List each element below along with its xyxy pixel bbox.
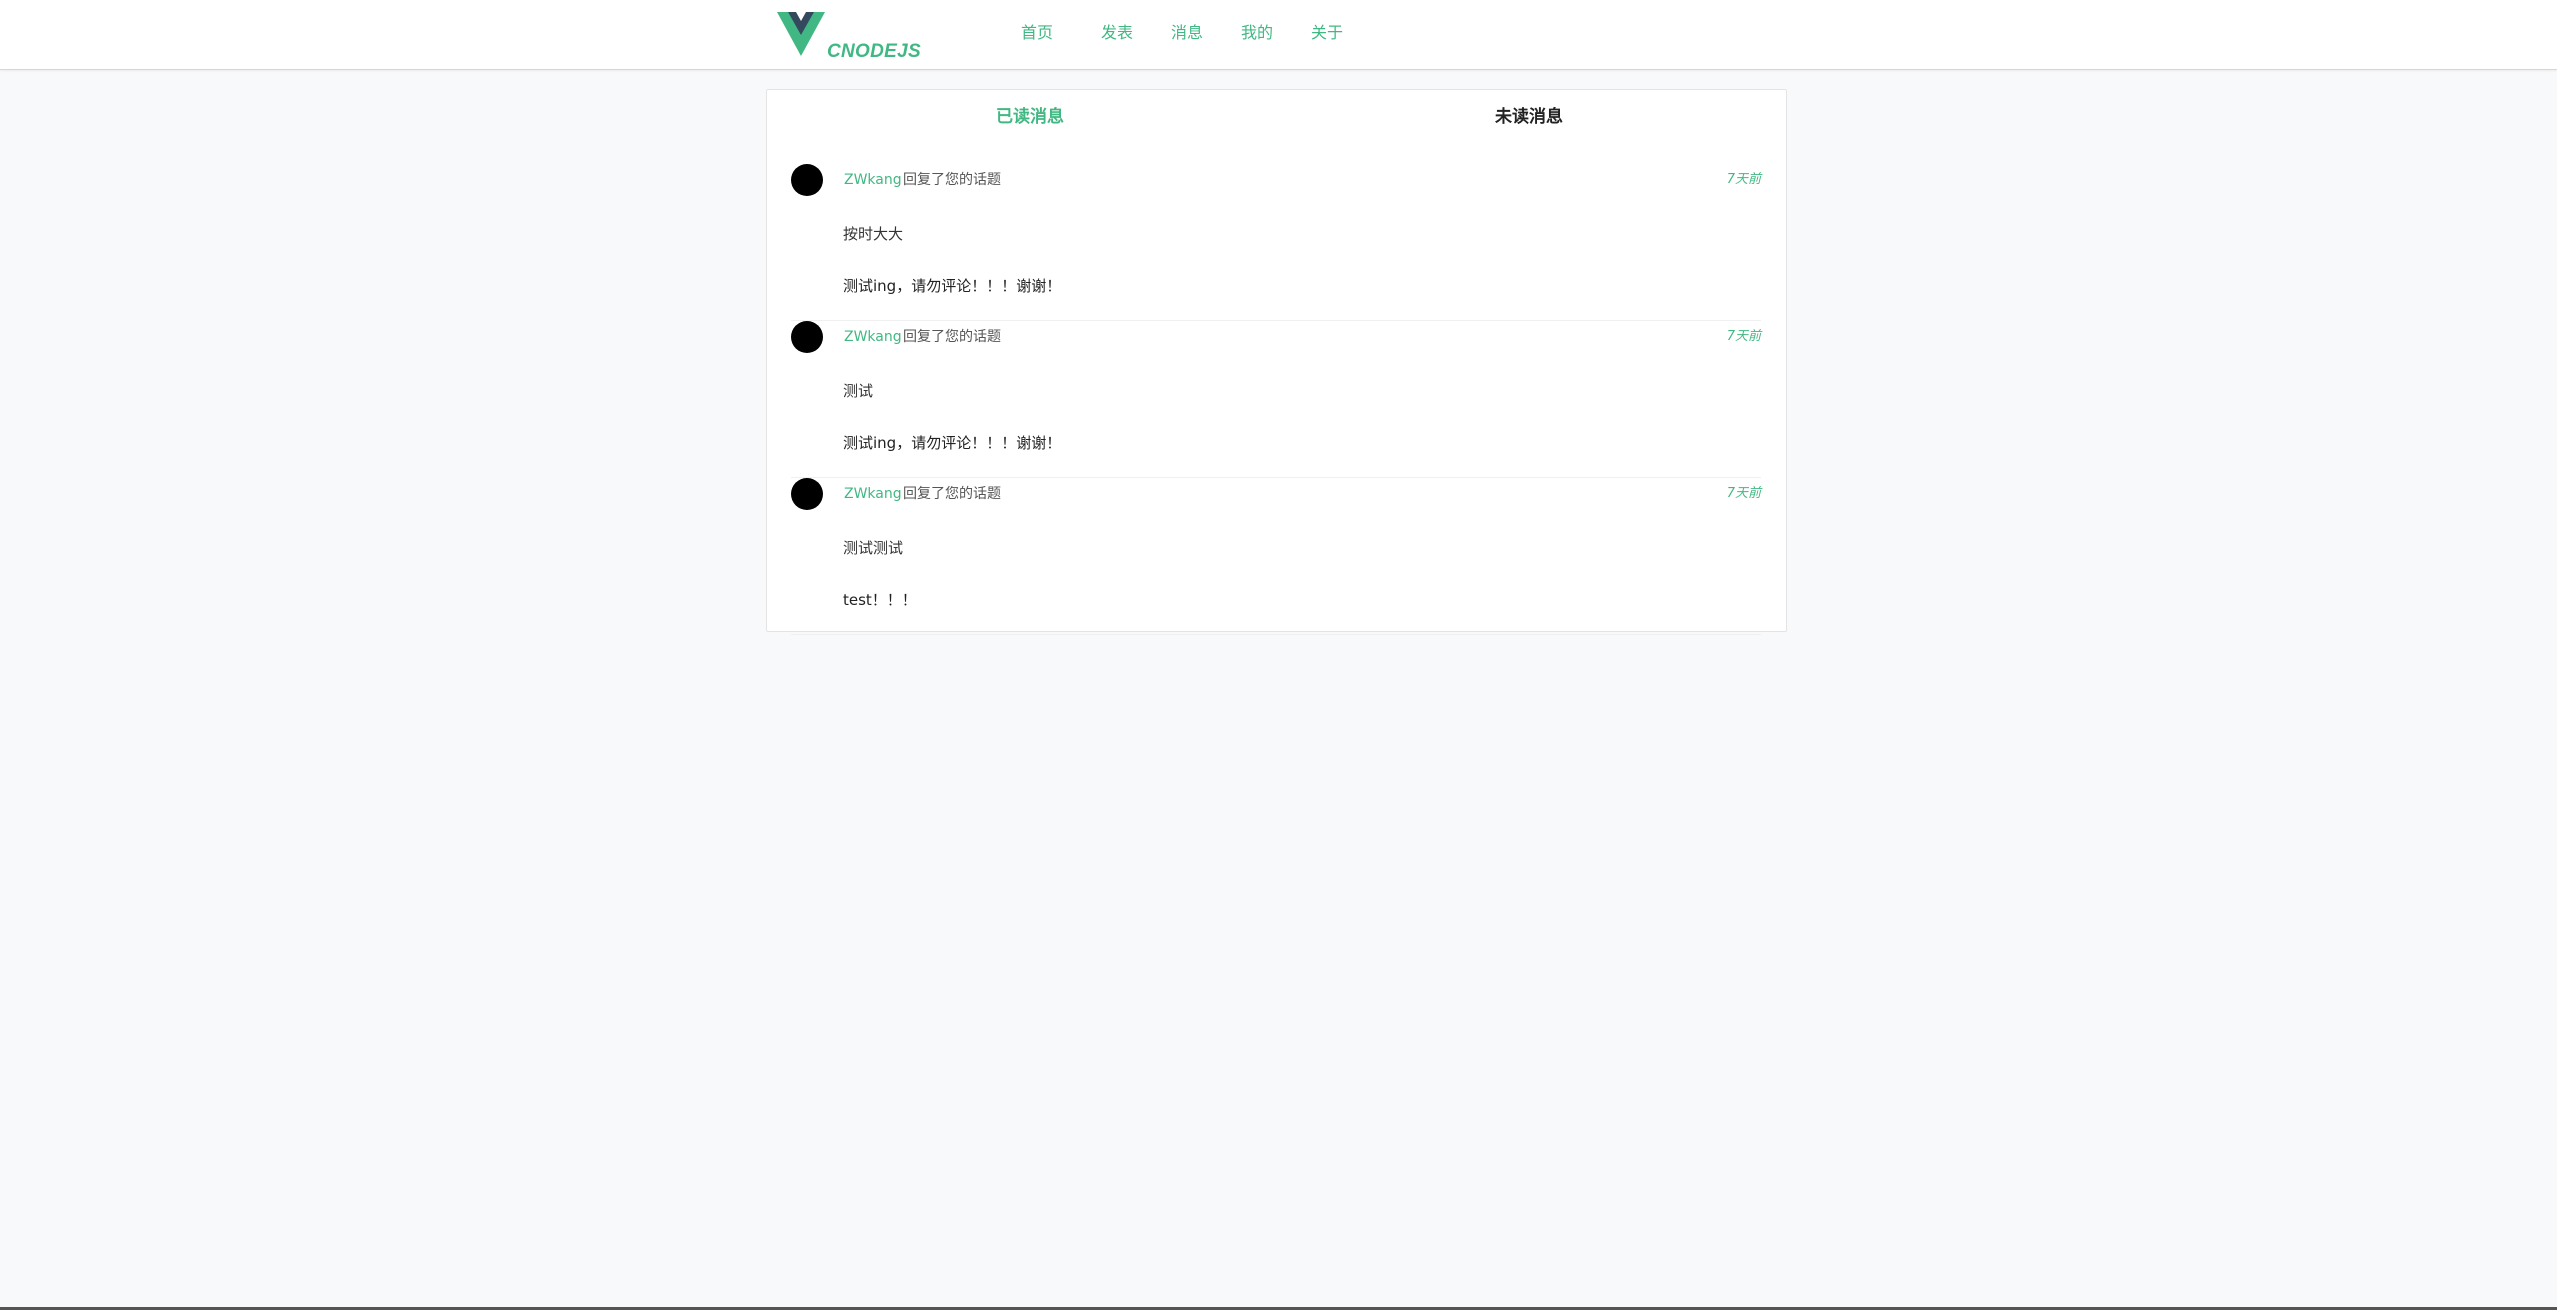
nav-messages[interactable]: 消息 [1171, 22, 1203, 44]
message-reply-content: 测试 [843, 382, 874, 400]
home-logo-link[interactable]: CNODEJS [777, 9, 921, 64]
user-avatar[interactable] [791, 478, 823, 510]
message-reply-content: 测试测试 [843, 539, 904, 557]
message-user-link[interactable]: ZWkang [844, 485, 902, 503]
user-avatar[interactable] [791, 164, 823, 196]
message-action-text: 回复了您的话题 [903, 329, 1001, 345]
message-time: 7天前 [1726, 329, 1761, 344]
message-time: 7天前 [1726, 486, 1761, 501]
tab-unread-messages[interactable]: 未读消息 [1495, 106, 1563, 128]
message-time: 7天前 [1726, 172, 1761, 187]
tab-read-messages[interactable]: 已读消息 [996, 106, 1064, 128]
message-topic-link[interactable]: 测试ing，请勿评论！！！谢谢！ [843, 433, 1061, 453]
message-topic-link[interactable]: test！！！ [843, 590, 917, 610]
message-item: ZWkang 回复了您的话题 7天前 测试 测试ing，请勿评论！！！谢谢！ [791, 321, 1761, 478]
message-action-text: 回复了您的话题 [903, 486, 1001, 502]
nav-about[interactable]: 关于 [1311, 22, 1343, 44]
messages-panel: 已读消息 未读消息 ZWkang 回复了您的话题 7天前 按时大大 测试ing，… [766, 89, 1787, 635]
nav-mine[interactable]: 我的 [1241, 22, 1273, 44]
message-action-text: 回复了您的话题 [903, 172, 1001, 188]
logo-text: CNODEJS [827, 41, 921, 62]
message-item: ZWkang 回复了您的话题 7天前 测试测试 test！！！ [791, 478, 1761, 635]
nav-publish[interactable]: 发表 [1101, 22, 1133, 44]
message-user-link[interactable]: ZWkang [844, 328, 902, 346]
top-header: CNODEJS 首页 发表 消息 我的 关于 [0, 0, 2557, 70]
nav-home[interactable]: 首页 [1021, 22, 1053, 44]
message-topic-link[interactable]: 测试ing，请勿评论！！！谢谢！ [843, 276, 1061, 296]
message-user-link[interactable]: ZWkang [844, 171, 902, 189]
message-item: ZWkang 回复了您的话题 7天前 按时大大 测试ing，请勿评论！！！谢谢！ [791, 164, 1761, 321]
message-reply-content: 按时大大 [843, 225, 904, 243]
vue-logo-icon [777, 12, 825, 56]
user-avatar[interactable] [791, 321, 823, 353]
